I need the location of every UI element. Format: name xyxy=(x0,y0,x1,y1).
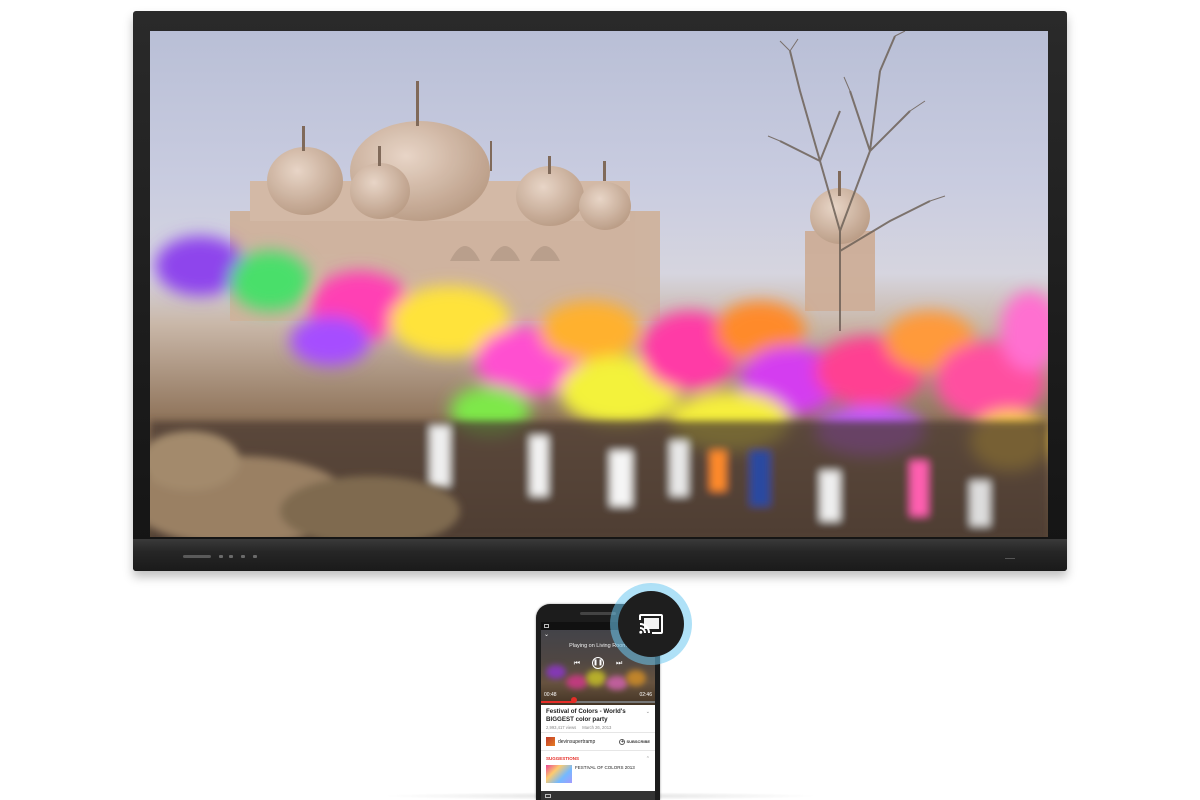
view-count: 2,993,417 views xyxy=(546,725,577,730)
next-icon[interactable]: ⏭ xyxy=(616,660,622,667)
pause-button[interactable]: ❚❚ xyxy=(592,657,604,669)
duration: 02:46 xyxy=(639,692,652,698)
phone-nav-bar xyxy=(541,791,655,800)
suggestions-label: SUGGESTIONS xyxy=(546,756,580,761)
plus-icon: + xyxy=(619,738,626,745)
channel-avatar[interactable] xyxy=(546,737,555,746)
tv-logo xyxy=(1005,555,1015,559)
notification-icon xyxy=(544,624,549,628)
progress-fill xyxy=(541,701,575,703)
festival-video-frame xyxy=(150,31,1048,537)
cast-button[interactable] xyxy=(618,591,684,657)
cast-icon xyxy=(639,614,663,634)
tv-button xyxy=(229,555,233,558)
cast-button-halo xyxy=(610,583,692,665)
recent-apps-icon[interactable] xyxy=(545,793,551,798)
chevron-up-icon[interactable]: ⌃ xyxy=(646,756,650,762)
subscribe-label: SUBSCRIBE xyxy=(626,739,650,744)
previous-icon[interactable]: ⏮ xyxy=(574,660,580,667)
channel-name[interactable]: devinsupertramp xyxy=(558,739,619,745)
tv-screen xyxy=(150,31,1048,537)
progress-scrubber[interactable] xyxy=(571,697,578,703)
video-title: Festival of Colors - World's BIGGEST col… xyxy=(546,708,626,723)
video-info: Festival of Colors - World's BIGGEST col… xyxy=(541,705,655,733)
tv-bezel xyxy=(133,539,1067,571)
tv-button xyxy=(219,555,223,558)
tv-button xyxy=(241,555,245,558)
television xyxy=(133,11,1067,571)
tv-speaker-grille xyxy=(183,555,211,558)
subscribe-button[interactable]: + SUBSCRIBE xyxy=(619,738,650,745)
channel-row: devinsupertramp + SUBSCRIBE xyxy=(541,733,655,751)
suggestion-item[interactable]: FESTIVAL OF COLORS 2013 xyxy=(541,765,655,783)
chevron-down-icon[interactable]: ⌄ xyxy=(544,632,549,638)
expand-description-icon[interactable]: ⌄ xyxy=(646,709,650,715)
time-row: 00:48 02:46 xyxy=(544,692,652,698)
current-time: 00:48 xyxy=(544,692,557,698)
video-meta: 2,993,417 views March 26, 2013 xyxy=(546,725,650,730)
progress-bar[interactable] xyxy=(541,697,655,703)
suggestions-header: SUGGESTIONS ⌃ xyxy=(541,751,655,765)
suggestion-thumbnail[interactable] xyxy=(546,765,572,783)
promo-stage: ⌄ Playing on Living Room ⏮ ❚❚ ⏭ 00:48 02… xyxy=(0,0,1200,800)
suggestion-title: FESTIVAL OF COLORS 2013 xyxy=(575,765,635,770)
upload-date: March 26, 2013 xyxy=(582,725,612,730)
tv-button xyxy=(253,555,257,558)
